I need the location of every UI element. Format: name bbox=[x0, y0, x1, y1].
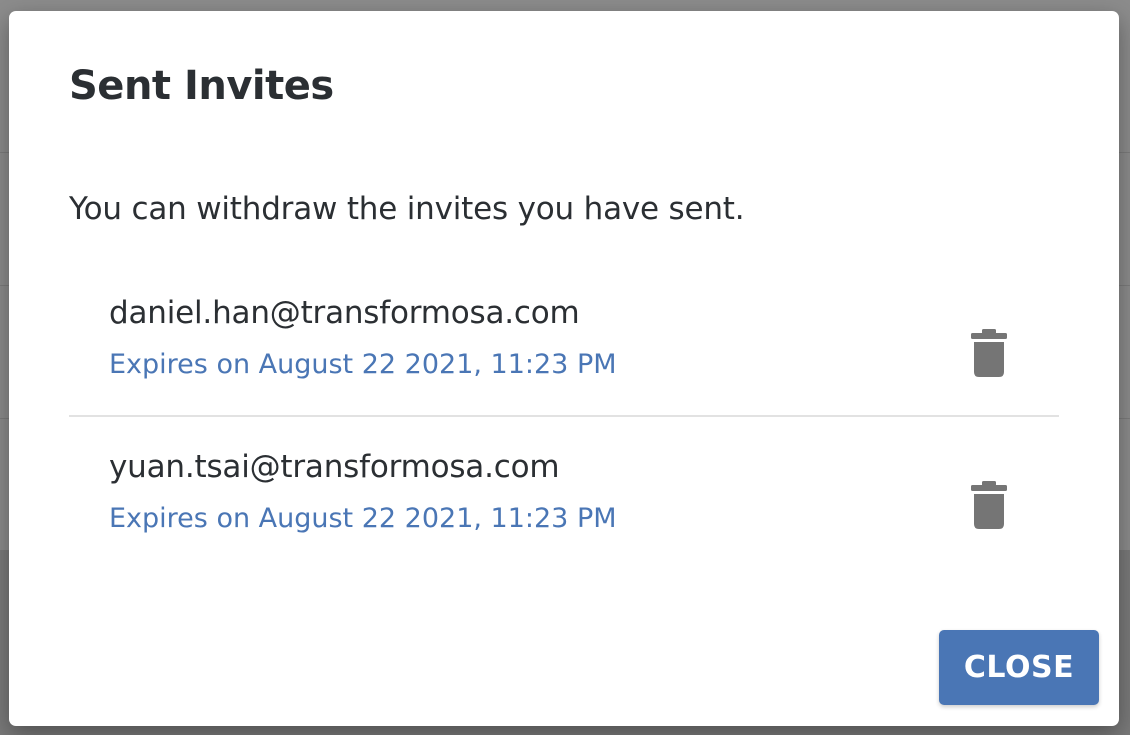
invite-email: daniel.han@transformosa.com bbox=[109, 295, 580, 331]
dialog-title: Sent Invites bbox=[69, 63, 334, 109]
withdraw-invite-button[interactable] bbox=[967, 479, 1011, 531]
dialog-description: You can withdraw the invites you have se… bbox=[69, 191, 745, 227]
trash-icon bbox=[971, 329, 1007, 377]
invite-expiry: Expires on August 22 2021, 11:23 PM bbox=[109, 349, 617, 380]
sent-invites-dialog: Sent Invites You can withdraw the invite… bbox=[9, 11, 1119, 726]
invite-list-item: yuan.tsai@transformosa.com Expires on Au… bbox=[69, 417, 1059, 567]
withdraw-invite-button[interactable] bbox=[967, 327, 1011, 379]
trash-icon bbox=[971, 481, 1007, 529]
invite-email: yuan.tsai@transformosa.com bbox=[109, 449, 560, 485]
close-button[interactable]: CLOSE bbox=[939, 630, 1099, 705]
invite-list: daniel.han@transformosa.com Expires on A… bbox=[69, 279, 1059, 567]
invite-expiry: Expires on August 22 2021, 11:23 PM bbox=[109, 503, 617, 534]
invite-list-item: daniel.han@transformosa.com Expires on A… bbox=[69, 279, 1059, 417]
